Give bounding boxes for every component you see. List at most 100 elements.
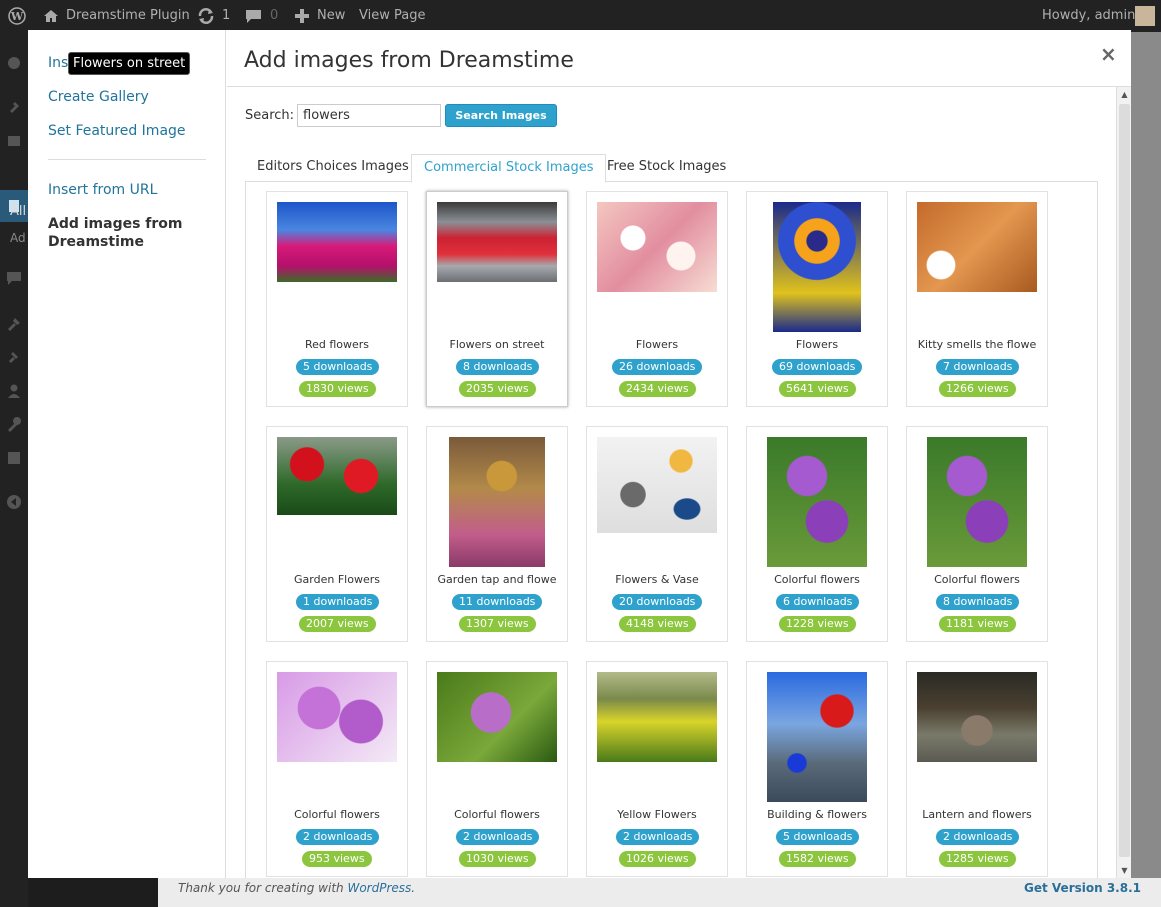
image-card[interactable]: Garden tap and flowe 11 downloads 1307 vie… xyxy=(426,426,568,642)
image-card[interactable]: Flowers & Vase 20 downloads 4148 views xyxy=(586,426,728,642)
settings-icon[interactable] xyxy=(6,450,22,466)
image-tooltip: Flowers on street xyxy=(68,52,191,75)
image-title: Flowers on street xyxy=(449,338,545,351)
image-thumbnail[interactable] xyxy=(437,672,557,762)
tools-wrench-icon[interactable] xyxy=(6,416,22,432)
search-input[interactable] xyxy=(297,104,441,127)
views-badge: 1228 views xyxy=(779,616,856,632)
wordpress-logo-icon[interactable]: W xyxy=(8,0,26,32)
content-scrollbar[interactable]: ▲ ▼ xyxy=(1116,87,1131,878)
image-thumbnail[interactable] xyxy=(277,202,397,282)
image-card[interactable]: Flowers on street 8 downloads 2035 views xyxy=(426,191,568,407)
comments-menu-icon[interactable] xyxy=(6,270,22,286)
appearance-icon[interactable] xyxy=(6,315,22,331)
downloads-badge: 2 downloads xyxy=(456,829,540,845)
insert-from-url-link[interactable]: Insert from URL xyxy=(48,182,157,198)
image-card[interactable]: Colorful flowers 6 downloads 1228 views xyxy=(746,426,888,642)
image-title: Colorful flowers xyxy=(294,808,380,821)
image-thumbnail[interactable] xyxy=(449,437,545,567)
views-badge: 1830 views xyxy=(299,381,376,397)
image-thumbnail[interactable] xyxy=(927,437,1027,567)
new-content-link[interactable]: New xyxy=(317,0,345,32)
views-badge: 1307 views xyxy=(459,616,536,632)
image-card[interactable]: Garden Flowers 1 downloads 2007 views xyxy=(266,426,408,642)
image-card[interactable]: Lantern and flowers 2 downloads 1285 views xyxy=(906,661,1048,877)
site-home-icon[interactable] xyxy=(43,0,59,32)
admin-footer: Thank you for creating with WordPress. G… xyxy=(158,878,1161,907)
add-dreamstime-link[interactable]: Add images from Dreamstime xyxy=(48,215,198,251)
views-badge: 1030 views xyxy=(459,851,536,867)
updates-icon[interactable] xyxy=(197,0,215,32)
close-icon[interactable]: × xyxy=(1100,42,1117,66)
admin-bar: W Dreamstime Plugin 1 0 New View Page Ho… xyxy=(0,0,1161,32)
image-title: Yellow Flowers xyxy=(617,808,697,821)
create-gallery-link[interactable]: Create Gallery xyxy=(48,89,149,105)
downloads-badge: 2 downloads xyxy=(936,829,1020,845)
page-background-right xyxy=(1131,32,1161,878)
image-thumbnail[interactable] xyxy=(277,672,397,762)
image-thumbnail[interactable] xyxy=(597,672,717,762)
set-featured-image-link[interactable]: Set Featured Image xyxy=(48,123,186,139)
scroll-thumb[interactable] xyxy=(1119,104,1130,857)
image-card[interactable]: Colorful flowers 2 downloads 953 views xyxy=(266,661,408,877)
image-title: Flowers & Vase xyxy=(615,573,699,586)
get-version-link[interactable]: Get Version 3.8.1 xyxy=(1024,881,1141,895)
downloads-badge: 7 downloads xyxy=(936,359,1020,375)
site-name-link[interactable]: Dreamstime Plugin xyxy=(66,0,190,32)
collapse-menu-icon[interactable] xyxy=(6,494,22,510)
tab-commercial-stock[interactable]: Commercial Stock Images xyxy=(411,154,607,183)
views-badge: 953 views xyxy=(302,851,372,867)
image-thumbnail[interactable] xyxy=(767,437,867,567)
dashboard-icon[interactable] xyxy=(6,54,22,70)
image-thumbnail[interactable] xyxy=(917,202,1037,292)
scroll-down-arrow-icon[interactable]: ▼ xyxy=(1117,863,1132,878)
views-badge: 2035 views xyxy=(459,381,536,397)
howdy-account-link[interactable]: Howdy, admin xyxy=(1042,0,1135,32)
downloads-badge: 5 downloads xyxy=(776,829,860,845)
comments-count[interactable]: 0 xyxy=(270,0,278,32)
add-new-page-item[interactable]: Ad xyxy=(10,231,26,245)
media-icon[interactable] xyxy=(6,133,22,149)
downloads-badge: 8 downloads xyxy=(456,359,540,375)
posts-pin-icon[interactable] xyxy=(6,99,22,115)
view-page-link[interactable]: View Page xyxy=(359,0,425,32)
plugins-icon[interactable] xyxy=(6,348,22,364)
new-plus-icon[interactable] xyxy=(295,0,309,32)
scroll-up-arrow-icon[interactable]: ▲ xyxy=(1117,87,1132,102)
image-thumbnail[interactable] xyxy=(437,202,557,282)
image-card[interactable]: Colorful flowers 2 downloads 1030 views xyxy=(426,661,568,877)
downloads-badge: 2 downloads xyxy=(296,829,380,845)
image-card[interactable]: Yellow Flowers 2 downloads 1026 views xyxy=(586,661,728,877)
image-card[interactable]: Colorful flowers 8 downloads 1181 views xyxy=(906,426,1048,642)
search-images-button[interactable]: Search Images xyxy=(445,104,557,127)
admin-side-menu: All Ad xyxy=(0,32,28,907)
downloads-badge: 2 downloads xyxy=(616,829,700,845)
tab-free-stock[interactable]: Free Stock Images xyxy=(595,154,738,182)
image-card[interactable]: Red flowers 5 downloads 1830 views xyxy=(266,191,408,407)
wordpress-link[interactable]: WordPress xyxy=(347,881,411,895)
views-badge: 1582 views xyxy=(779,851,856,867)
image-card[interactable]: Building & flowers 5 downloads 1582 views xyxy=(746,661,888,877)
image-thumbnail[interactable] xyxy=(597,437,717,533)
image-thumbnail[interactable] xyxy=(917,672,1037,762)
avatar[interactable] xyxy=(1135,6,1155,26)
footer-thanks: Thank you for creating with WordPress. xyxy=(178,881,415,895)
image-card[interactable]: Flowers 69 downloads 5641 views xyxy=(746,191,888,407)
insert-media-link[interactable]: Ins xyxy=(48,55,68,71)
image-thumbnail[interactable] xyxy=(277,437,397,515)
image-thumbnail[interactable] xyxy=(773,202,861,332)
image-thumbnail[interactable] xyxy=(767,672,867,802)
all-pages-item[interactable]: All xyxy=(10,204,26,219)
updates-count[interactable]: 1 xyxy=(222,0,230,32)
media-modal-menu: Ins Create Gallery Set Featured Image In… xyxy=(28,30,226,878)
comments-icon[interactable] xyxy=(245,0,262,32)
views-badge: 1026 views xyxy=(619,851,696,867)
modal-title: Add images from Dreamstime xyxy=(244,48,574,73)
image-card[interactable]: Kitty smells the flowe 7 downloads 1266 vi… xyxy=(906,191,1048,407)
search-label: Search: xyxy=(245,108,295,123)
image-card[interactable]: Flowers 26 downloads 2434 views xyxy=(586,191,728,407)
tab-editors-choices[interactable]: Editors Choices Images xyxy=(245,154,421,182)
users-icon[interactable] xyxy=(6,383,22,399)
image-title: Lantern and flowers xyxy=(922,808,1032,821)
image-thumbnail[interactable] xyxy=(597,202,717,292)
